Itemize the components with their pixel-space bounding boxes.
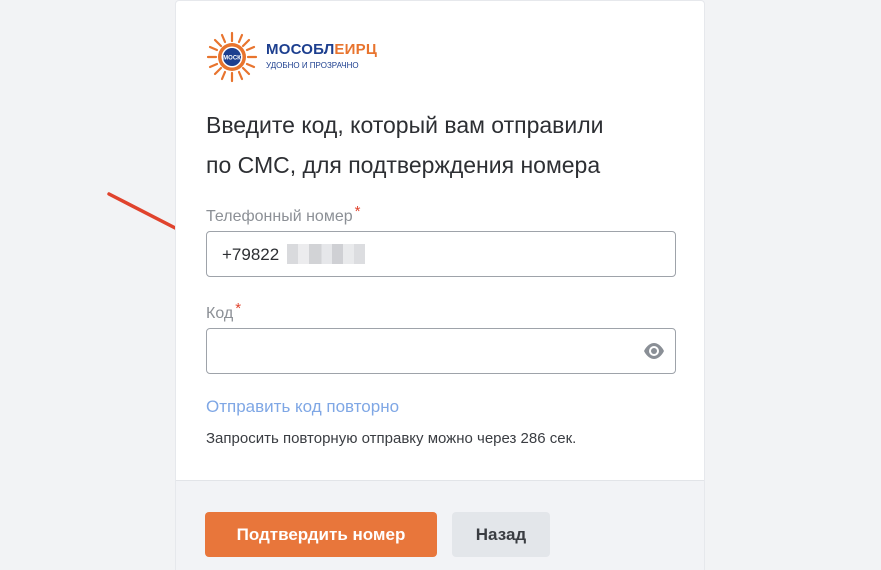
brand-logo-mark-icon: МОСК bbox=[206, 31, 258, 83]
brand-name-part1: МОСОБЛ bbox=[266, 41, 335, 58]
code-label-text: Код bbox=[206, 305, 234, 322]
page-title-line2: по СМС, для подтверждения номера bbox=[206, 152, 601, 178]
eye-icon[interactable] bbox=[643, 341, 665, 361]
code-input[interactable] bbox=[206, 328, 676, 374]
confirm-number-button[interactable]: Подтвердить номер bbox=[205, 512, 437, 557]
page: МОСК МОСОБЛЕИРЦ УДОБНО И ПРОЗРАЧНО Введи… bbox=[0, 0, 881, 570]
brand-name: МОСОБЛЕИРЦ bbox=[266, 41, 377, 58]
brand-logo-mark-text: МОСК bbox=[223, 56, 241, 62]
phone-label: Телефонный номер * bbox=[206, 203, 360, 226]
phone-input[interactable]: +79822 bbox=[206, 231, 676, 277]
brand-logo[interactable]: МОСК МОСОБЛЕИРЦ УДОБНО И ПРОЗРАЧНО bbox=[206, 31, 396, 83]
phone-required-mark: * bbox=[354, 203, 361, 220]
code-label: Код * bbox=[206, 300, 241, 323]
phone-label-text: Телефонный номер bbox=[206, 208, 353, 225]
resend-timer-text: Запросить повторную отправку можно через… bbox=[206, 430, 577, 447]
page-title-line1: Введите код, который вам отправили bbox=[206, 112, 604, 138]
resend-code-link[interactable]: Отправить код повторно bbox=[206, 397, 399, 417]
form-footer: Подтвердить номер Назад bbox=[176, 480, 704, 570]
phone-input-value: +79822 bbox=[222, 245, 280, 264]
back-button[interactable]: Назад bbox=[452, 512, 550, 557]
login-card: МОСК МОСОБЛЕИРЦ УДОБНО И ПРОЗРАЧНО Введи… bbox=[175, 0, 705, 570]
code-required-mark: * bbox=[235, 300, 242, 317]
page-title: Введите код, который вам отправили по СМ… bbox=[206, 105, 676, 185]
phone-redaction-blur bbox=[287, 244, 365, 264]
brand-name-part2: ЕИРЦ bbox=[334, 41, 377, 58]
brand-tagline: УДОБНО И ПРОЗРАЧНО bbox=[266, 61, 359, 70]
